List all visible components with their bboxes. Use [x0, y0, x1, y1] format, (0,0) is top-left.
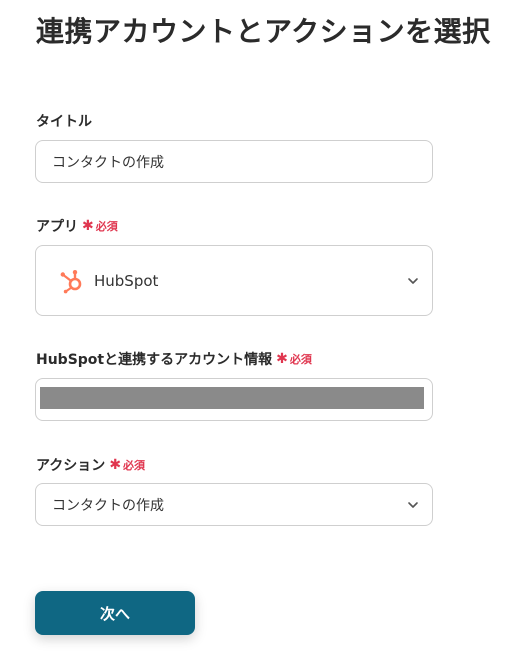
asterisk-icon: ✱ — [82, 218, 94, 234]
required-text: 必須 — [289, 353, 312, 366]
asterisk-icon: ✱ — [109, 457, 122, 473]
hubspot-logo-icon — [60, 269, 82, 293]
required-text: 必須 — [123, 459, 146, 472]
app-select[interactable]: HubSpot — [35, 245, 433, 316]
selected-action-value: コンタクトの作成 — [52, 497, 164, 514]
next-button[interactable]: 次へ — [35, 591, 195, 635]
account-label-text: HubSpotと連携するアカウント情報 — [36, 352, 273, 368]
chevron-down-icon — [408, 277, 418, 284]
app-label-text: アプリ — [36, 219, 78, 235]
action-label-text: アクション — [36, 458, 106, 474]
title-input[interactable]: コンタクトの作成 — [35, 140, 433, 183]
asterisk-icon: ✱ — [276, 351, 288, 367]
title-label-text: タイトル — [36, 114, 92, 130]
app-field-label: アプリ ✱ 必須 — [36, 216, 118, 236]
chevron-down-icon — [408, 501, 418, 508]
required-text: 必須 — [95, 220, 118, 233]
title-field-label: タイトル — [36, 111, 92, 131]
action-select[interactable]: コンタクトの作成 — [35, 483, 433, 526]
title-input-value: コンタクトの作成 — [52, 154, 164, 171]
required-badge: ✱ 必須 — [109, 457, 145, 473]
required-badge: ✱ 必須 — [276, 351, 312, 367]
required-badge: ✱ 必須 — [82, 218, 118, 234]
redacted-account-value — [40, 387, 424, 409]
action-field-label: アクション ✱ 必須 — [36, 455, 145, 475]
account-field-label: HubSpotと連携するアカウント情報 ✱ 必須 — [36, 349, 312, 369]
account-select[interactable] — [35, 378, 433, 421]
page-title: 連携アカウントとアクションを選択 — [36, 15, 491, 48]
selected-app-name: HubSpot — [94, 271, 159, 290]
